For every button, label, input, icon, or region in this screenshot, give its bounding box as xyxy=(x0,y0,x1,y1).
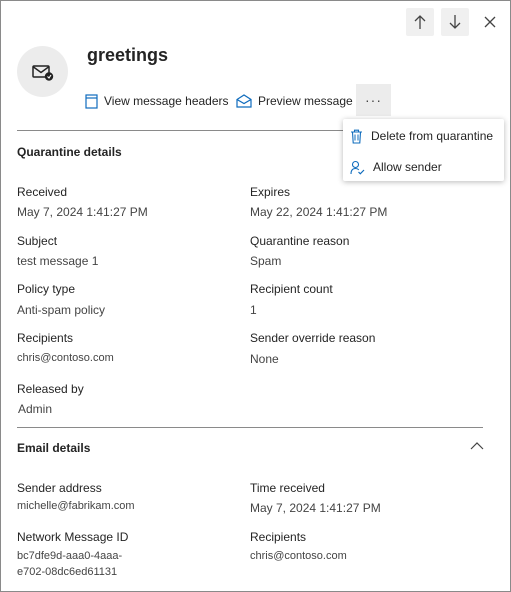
delete-from-quarantine-menu-item[interactable]: Delete from quarantine xyxy=(343,122,504,150)
more-icon: ··· xyxy=(365,92,382,108)
allow-sender-menu-item[interactable]: Allow sender xyxy=(343,153,504,181)
quarantine-details-heading: Quarantine details xyxy=(17,145,122,159)
quarantine-reason-label: Quarantine reason xyxy=(250,234,350,248)
message-title: greetings xyxy=(87,45,169,65)
document-icon xyxy=(85,93,98,109)
preview-message-button[interactable]: Preview message xyxy=(236,91,353,111)
expires-value: May 22, 2024 1:41:27 PM xyxy=(250,205,388,219)
recipient-count-label: Recipient count xyxy=(250,282,333,296)
details-panel: greetings View message headers Preview m… xyxy=(0,0,511,592)
sender-address-value: michelle@fabrikam.com xyxy=(17,500,135,512)
policy-type-label: Policy type xyxy=(17,282,76,296)
released-by-value: Admin xyxy=(18,402,53,416)
view-message-headers-button[interactable]: View message headers xyxy=(85,91,229,111)
more-actions-button[interactable]: ··· xyxy=(356,84,391,116)
mail-shield-icon xyxy=(31,64,53,81)
recipients-value: chris@contoso.com xyxy=(17,352,114,364)
previous-item-button[interactable] xyxy=(406,8,434,36)
recipients-label: Recipients xyxy=(17,331,74,345)
sender-address-label: Sender address xyxy=(17,481,102,495)
sender-override-reason-label: Sender override reason xyxy=(250,331,376,345)
view-message-headers-label: View message headers xyxy=(104,94,229,108)
message-avatar xyxy=(17,46,68,97)
network-message-id-line1: bc7dfe9d-aaa0-4aaa- xyxy=(17,550,123,562)
section-divider xyxy=(17,427,483,428)
subject-value: test message 1 xyxy=(17,254,99,268)
time-received-label: Time received xyxy=(250,481,325,495)
released-by-label: Released by xyxy=(17,382,84,396)
recipient-count-value: 1 xyxy=(250,303,257,317)
time-received-value: May 7, 2024 1:41:27 PM xyxy=(250,501,381,515)
close-button[interactable] xyxy=(476,8,504,36)
policy-type-value: Anti-spam policy xyxy=(17,303,106,317)
close-icon xyxy=(484,16,496,28)
chevron-up-icon[interactable] xyxy=(469,440,485,452)
email-recipients-value: chris@contoso.com xyxy=(250,550,347,562)
allow-sender-label: Allow sender xyxy=(373,160,442,174)
preview-message-label: Preview message xyxy=(258,94,353,108)
expires-label: Expires xyxy=(250,185,291,199)
received-value: May 7, 2024 1:41:27 PM xyxy=(17,205,148,219)
received-label: Received xyxy=(17,185,68,199)
next-item-button[interactable] xyxy=(441,8,469,36)
quarantine-reason-value: Spam xyxy=(250,254,282,268)
open-mail-icon xyxy=(236,94,252,108)
email-recipients-label: Recipients xyxy=(250,530,307,544)
person-check-icon xyxy=(350,160,365,175)
network-message-id-label: Network Message ID xyxy=(17,530,129,544)
arrow-up-icon xyxy=(414,15,426,29)
trash-icon xyxy=(351,129,362,144)
network-message-id-line2: e702-08dc6ed61131 xyxy=(17,566,118,578)
arrow-down-icon xyxy=(449,15,461,29)
subject-label: Subject xyxy=(17,234,58,248)
more-actions-menu: Delete from quarantine Allow sender xyxy=(343,119,504,181)
email-details-heading: Email details xyxy=(17,441,91,455)
delete-from-quarantine-label: Delete from quarantine xyxy=(371,129,494,143)
sender-override-reason-value: None xyxy=(250,352,279,366)
